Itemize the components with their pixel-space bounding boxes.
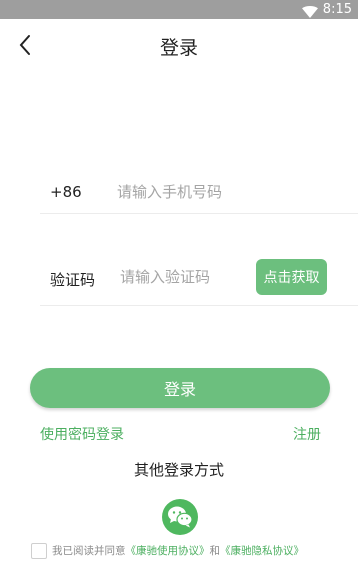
- terms-link[interactable]: 《康驰使用协议》: [126, 545, 210, 557]
- code-input[interactable]: [120, 266, 250, 288]
- status-time: 8:15: [322, 2, 352, 17]
- other-login-title: 其他登录方式: [133, 461, 224, 479]
- country-code: +86: [50, 183, 82, 201]
- agreement-prefix: 我已阅读并同意: [52, 545, 126, 557]
- login-button[interactable]: 登录: [30, 368, 330, 408]
- register-link[interactable]: 注册: [293, 424, 321, 444]
- header: 登录: [0, 19, 358, 71]
- phone-row: +86: [40, 170, 358, 214]
- agreement-and: 和: [209, 545, 221, 557]
- wechat-icon: [168, 506, 193, 528]
- password-login-link[interactable]: 使用密码登录: [40, 424, 124, 444]
- privacy-link[interactable]: 《康驰隐私协议》: [220, 545, 304, 557]
- get-code-button[interactable]: 点击获取: [256, 259, 327, 295]
- wifi-icon: [302, 3, 318, 18]
- agreement-row: 我已阅读并同意《康驰使用协议》和《康驰隐私协议》: [31, 543, 358, 559]
- phone-input[interactable]: [117, 181, 337, 203]
- divider: [40, 305, 358, 306]
- wechat-login-button[interactable]: [162, 499, 198, 535]
- agreement-text: 我已阅读并同意《康驰使用协议》和《康驰隐私协议》: [52, 544, 304, 558]
- agreement-checkbox[interactable]: [31, 543, 47, 559]
- code-row: 验证码 点击获取: [40, 256, 358, 306]
- divider: [40, 213, 358, 214]
- status-bar: 8:15: [0, 0, 358, 19]
- page-title: 登录: [159, 37, 198, 59]
- code-label: 验证码: [50, 271, 96, 289]
